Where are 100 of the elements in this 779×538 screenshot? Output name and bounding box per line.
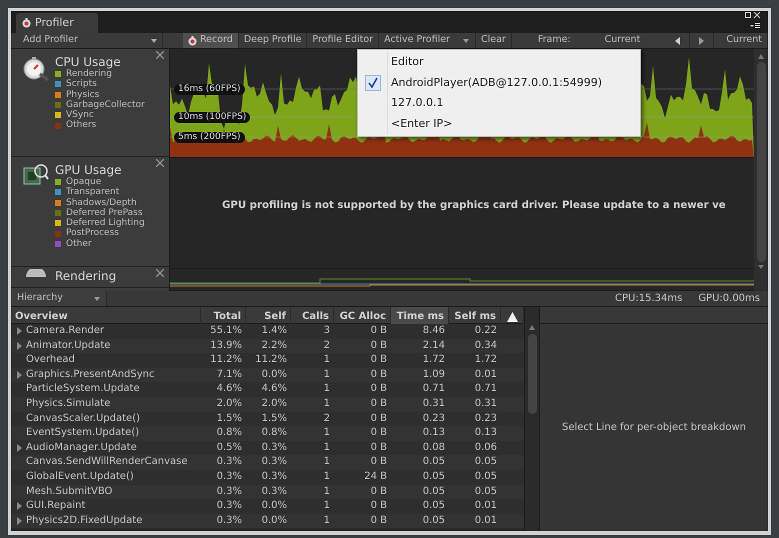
- table-cell-text: 0 B: [370, 338, 388, 353]
- legend-label: VSync: [66, 110, 94, 120]
- stopwatch-icon: [23, 55, 49, 81]
- function-name: CanvasScaler.Update(): [26, 412, 140, 426]
- table-cell-text: 11.2%: [209, 353, 243, 368]
- scrollbar-thumb[interactable]: [528, 334, 536, 414]
- table-cell-text: 0.22: [474, 324, 498, 338]
- legend-label: Transparent: [66, 187, 120, 198]
- table-cell-text: 13.9%: [209, 338, 243, 353]
- menu-icon[interactable]: [750, 23, 760, 29]
- table-cell-text: 1: [322, 426, 331, 440]
- table-cell-text: 0.3%: [260, 484, 288, 499]
- table-cell-text: 24 B: [363, 470, 388, 484]
- sort-ascending-icon[interactable]: [506, 312, 518, 322]
- table-cell-text: 0.3%: [216, 470, 243, 484]
- menu-item[interactable]: Editor: [358, 52, 640, 72]
- table-cell-text: 0 B: [370, 382, 388, 396]
- legend-label: GarbageCollector: [66, 100, 145, 110]
- scroll-down-icon: [758, 265, 764, 269]
- view-dropdown[interactable]: Hierarchy: [11, 291, 107, 306]
- function-name: Overhead: [26, 353, 75, 368]
- function-name: GlobalEvent.Update(): [26, 470, 134, 484]
- table-cell-text: 1: [322, 484, 331, 499]
- record-button[interactable]: Record: [183, 33, 239, 48]
- table-cell-text: 0.3%: [216, 499, 243, 514]
- toolbar-button[interactable]: Deep Profile: [238, 33, 308, 48]
- table-cell-text: 2: [322, 338, 331, 353]
- close-icon[interactable]: [156, 269, 164, 277]
- function-name: Animator.Update: [26, 338, 110, 353]
- legend-label: PostProcess: [66, 228, 119, 239]
- profiler-tab[interactable]: Profiler: [16, 12, 98, 33]
- graph-threshold-label: 16ms (60FPS): [174, 84, 245, 95]
- close-icon[interactable]: [156, 159, 164, 167]
- table-cell-text: 0.5%: [216, 440, 243, 455]
- table-cell-text: 0.05: [474, 484, 498, 499]
- table-cell-text: 0.01: [474, 514, 498, 528]
- table-cell-text: 1: [322, 470, 331, 484]
- table-cell-text: 1.4%: [260, 324, 288, 338]
- function-name: AudioManager.Update: [26, 440, 137, 455]
- table-cell-text: 2.2%: [260, 338, 288, 353]
- table-cell-text: 0.01: [474, 499, 498, 514]
- table-cell-text: 0.06: [474, 440, 498, 455]
- table-cell-text: 1.09: [422, 368, 446, 382]
- gpu-time: GPU:0.00ms: [698, 292, 760, 306]
- frame-value: Current: [604, 33, 642, 48]
- table-cell-text: 1.5%: [260, 412, 288, 426]
- table-cell-text: 2.14: [422, 338, 446, 353]
- gpu-unsupported-message: GPU profiling is not supported by the graphics card driver. Please update to a newer ve: [221, 199, 727, 213]
- table-cell-text: 0.3%: [260, 455, 288, 470]
- table-cell-text: 0 B: [370, 440, 388, 455]
- current-frame-button[interactable]: Current: [714, 33, 768, 48]
- cpu-time: CPU:15.34ms: [615, 292, 682, 306]
- table-cell-text: 4.6%: [216, 382, 243, 396]
- function-name: Canvas.SendWillRenderCanvase: [26, 455, 188, 470]
- table-cell-text: 55.1%: [209, 324, 243, 338]
- table-cell-text: 0.08: [422, 440, 446, 455]
- scroll-up-icon: [529, 325, 535, 330]
- active-profiler-dropdown[interactable]: Active Profiler: [379, 33, 476, 48]
- legend-label: Deferred PrePass: [66, 208, 143, 218]
- table-cell-text: 1: [322, 396, 331, 411]
- left-arrow-icon: [675, 36, 680, 44]
- table-cell-text: 0 B: [370, 412, 388, 426]
- table-cell-text: 0 B: [370, 396, 388, 411]
- table-cell-text: 1: [322, 368, 331, 382]
- table-cell-text: 0 B: [370, 499, 388, 514]
- add-profiler-dropdown[interactable]: Add Profiler: [11, 33, 163, 48]
- legend-label: Rendering: [66, 69, 112, 79]
- legend-label: Scripts: [66, 79, 97, 90]
- table-cell-text: 0.0%: [260, 368, 288, 382]
- table-cell-text: 1: [322, 499, 331, 514]
- table-cell-text: 0.05: [422, 455, 446, 470]
- table-cell-text: 0 B: [370, 484, 388, 499]
- module-title: CPU Usage: [55, 55, 122, 69]
- table-cell-text: 0 B: [370, 353, 388, 368]
- function-name: Physics2D.FixedUpdate: [26, 514, 142, 528]
- close-icon[interactable]: [156, 51, 164, 59]
- table-cell-text: 0.31: [474, 396, 498, 411]
- legend-label: Deferred Lighting: [66, 218, 145, 228]
- table-cell-text: 1.72: [474, 353, 498, 368]
- table-cell-text: 0.3%: [216, 455, 243, 470]
- menu-item[interactable]: 127.0.0.1: [358, 93, 640, 114]
- table-cell-text: 1.5%: [216, 412, 243, 426]
- table-cell-text: 0.05: [474, 455, 498, 470]
- table-cell-text: 0.01: [474, 368, 498, 382]
- window-controls-icon[interactable]: [745, 12, 760, 19]
- function-name: Mesh.SubmitVBO: [26, 484, 112, 499]
- menu-item[interactable]: AndroidPlayer(ADB@127.0.0.1:54999): [358, 72, 640, 93]
- toolbar-button[interactable]: Clear: [476, 33, 512, 48]
- table-cell-text: 0.71: [474, 382, 498, 396]
- table-cell-text: 11.2%: [254, 353, 288, 368]
- table-cell-text: 1: [322, 440, 331, 455]
- table-cell-text: 0.05: [422, 470, 446, 484]
- toolbar-button[interactable]: Profile Editor: [307, 33, 380, 48]
- module-title: Rendering: [55, 269, 116, 283]
- stopwatch-icon: [22, 18, 31, 28]
- caret-icon: [151, 38, 157, 42]
- function-name: GUI.Repaint: [26, 499, 86, 514]
- menu-item[interactable]: <Enter IP>: [358, 114, 640, 134]
- table-cell-text: 0 B: [370, 324, 388, 338]
- table-cell-text: 0.3%: [216, 514, 243, 528]
